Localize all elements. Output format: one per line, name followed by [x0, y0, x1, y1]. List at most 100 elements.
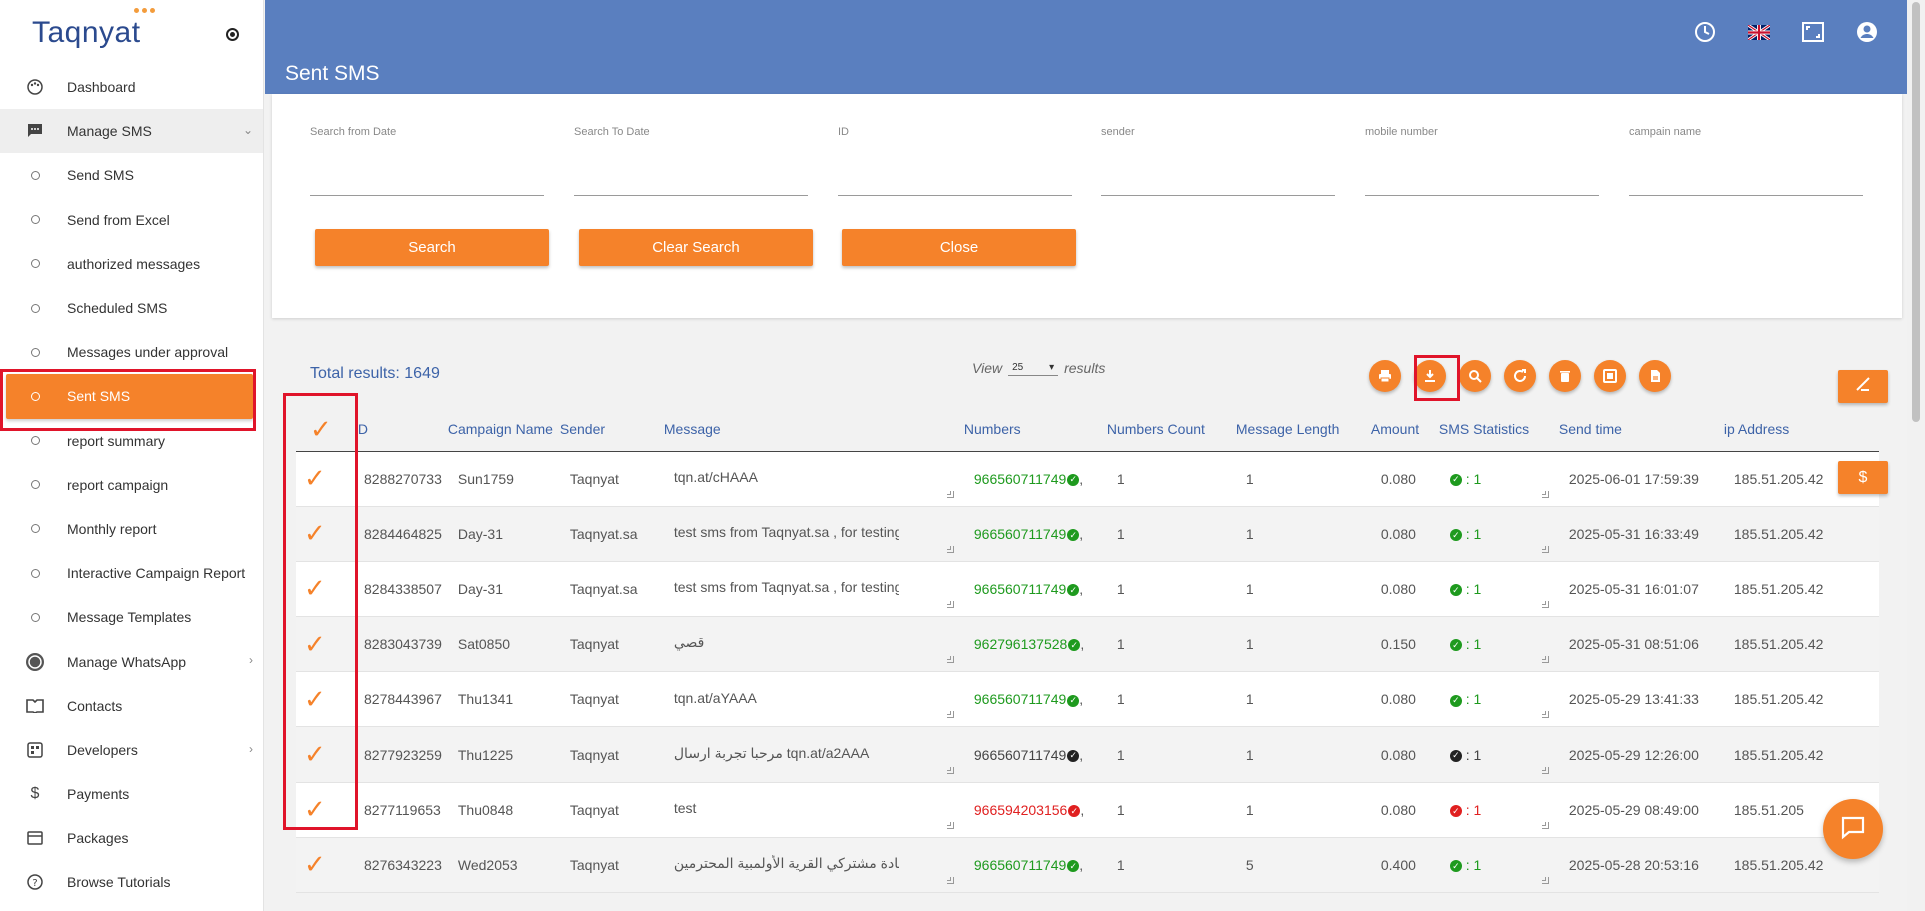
- sidebar-item-send-sms[interactable]: Send SMS: [0, 153, 263, 197]
- table-row[interactable]: ✓ 8284464825 Day-31 Taqnyat.sa test sms from…: [296, 506, 1879, 562]
- sidebar-item-packages[interactable]: Packages: [0, 816, 263, 860]
- resize-handle-icon[interactable]: [946, 545, 954, 553]
- table-row[interactable]: ✓ 8283043739 Sat0850 Taqnyat قصي 962796137528…: [296, 616, 1879, 673]
- table-row[interactable]: ✓ 8278443967 Thu1341 Taqnyat tqn.at/aYAAA 966…: [296, 671, 1879, 728]
- print-icon[interactable]: [1369, 360, 1401, 392]
- cell-message[interactable]: test sms from Taqnyat.sa , for testing: [657, 506, 958, 562]
- table-row[interactable]: ✓ 8276343223 Wed2053 Taqnyat سادة مشتركي الق…: [296, 837, 1879, 894]
- col-sender[interactable]: Sender: [553, 408, 658, 452]
- resize-handle-icon[interactable]: [1541, 490, 1549, 498]
- row-check[interactable]: ✓: [296, 616, 348, 673]
- sidebar-item-monthly-report[interactable]: Monthly report: [0, 507, 263, 551]
- row-check[interactable]: ✓: [296, 671, 348, 728]
- resize-handle-icon[interactable]: [1541, 601, 1549, 609]
- cell-message[interactable]: سادة مشتركي القرية الأولمبية المحترمين: [657, 837, 958, 894]
- resize-handle-icon[interactable]: [946, 656, 954, 664]
- file-icon[interactable]: [1639, 360, 1671, 392]
- clock-icon[interactable]: [1693, 20, 1717, 44]
- resize-handle-icon[interactable]: [1541, 656, 1549, 664]
- sidebar-item-messages-under-approval[interactable]: Messages under approval: [0, 330, 263, 374]
- resize-handle-icon[interactable]: [1541, 711, 1549, 719]
- col-amount[interactable]: Amount: [1364, 408, 1433, 452]
- col-message[interactable]: Message: [657, 408, 958, 452]
- col-send-time[interactable]: Send time: [1552, 408, 1718, 452]
- sidebar-item-authorized-messages[interactable]: authorized messages: [0, 242, 263, 286]
- table-row[interactable]: ✓ 8277119653 Thu0848 Taqnyat test 96659420315…: [296, 782, 1879, 838]
- resize-handle-icon[interactable]: [946, 821, 954, 829]
- table-row[interactable]: ✓ 8288270733 Sun1759 Taqnyat tqn.at/cHAAA 966…: [296, 451, 1879, 507]
- search-button[interactable]: Search: [315, 229, 549, 266]
- sidebar-item-payments[interactable]: $ Payments: [0, 772, 263, 816]
- col-message-length[interactable]: Message Length: [1229, 408, 1365, 452]
- payment-side-tab[interactable]: $: [1838, 461, 1888, 494]
- cell-message[interactable]: tqn.at/aYAAA: [657, 671, 958, 728]
- sidebar-item-contacts[interactable]: Contacts: [0, 684, 263, 728]
- resize-handle-icon[interactable]: [1541, 821, 1549, 829]
- search-to-date-field[interactable]: Search To Date: [574, 122, 808, 196]
- sidebar-item-report-summary[interactable]: report summary: [0, 419, 263, 463]
- sender-field[interactable]: sender: [1101, 122, 1335, 196]
- row-check[interactable]: ✓: [296, 451, 348, 507]
- sidebar-item-developers[interactable]: Developers ›: [0, 728, 263, 772]
- sidebar-item-sent-sms[interactable]: Sent SMS: [6, 374, 253, 419]
- cell-message[interactable]: مرحبا تجربة ارسال tqn.at/a2AAA: [657, 726, 958, 783]
- col-sms-statistics[interactable]: SMS Statistics: [1432, 408, 1553, 452]
- account-icon[interactable]: [1855, 20, 1879, 44]
- resize-handle-icon[interactable]: [946, 490, 954, 498]
- sidebar-item-report-campaign[interactable]: report campaign: [0, 463, 263, 507]
- sidebar-item-send-from-excel[interactable]: Send from Excel: [0, 198, 263, 242]
- search-from-date-field[interactable]: Search from Date: [310, 122, 544, 196]
- close-button[interactable]: Close: [842, 229, 1076, 266]
- col-numbers[interactable]: Numbers: [957, 408, 1101, 452]
- sidebar-toggle[interactable]: [226, 28, 239, 41]
- clear-search-button[interactable]: Clear Search: [579, 229, 813, 266]
- resize-handle-icon[interactable]: [946, 766, 954, 774]
- send-side-tab[interactable]: [1838, 370, 1888, 403]
- cell-message[interactable]: test sms from Taqnyat.sa , for testing: [657, 561, 958, 618]
- uk-flag-icon[interactable]: [1747, 20, 1771, 44]
- sidebar-item-label: report summary: [67, 432, 166, 449]
- delete-icon[interactable]: [1549, 360, 1581, 392]
- row-check[interactable]: ✓: [296, 837, 348, 894]
- resize-handle-icon[interactable]: [946, 711, 954, 719]
- cell-message[interactable]: test: [657, 782, 958, 838]
- sidebar-item-dashboard[interactable]: Dashboard: [0, 65, 263, 109]
- resize-handle-icon[interactable]: [1541, 545, 1549, 553]
- sidebar-item-scheduled-sms[interactable]: Scheduled SMS: [0, 286, 263, 330]
- scrollbar-thumb[interactable]: [1912, 2, 1920, 422]
- chat-button[interactable]: [1823, 799, 1883, 859]
- col-id[interactable]: ID: [348, 408, 442, 452]
- download-icon[interactable]: [1414, 360, 1446, 392]
- resize-handle-icon[interactable]: [946, 877, 954, 884]
- row-check[interactable]: ✓: [296, 782, 348, 838]
- refresh-icon[interactable]: [1504, 360, 1536, 392]
- cell-message[interactable]: tqn.at/cHAAA: [657, 451, 958, 507]
- cell-message[interactable]: قصي: [657, 616, 958, 673]
- page-scrollbar[interactable]: [1907, 0, 1925, 911]
- col-ip-address[interactable]: ip Address: [1717, 408, 1879, 452]
- resize-handle-icon[interactable]: [1541, 877, 1549, 884]
- resize-handle-icon[interactable]: [946, 601, 954, 609]
- row-check[interactable]: ✓: [296, 506, 348, 562]
- table-row[interactable]: ✓ 8284338507 Day-31 Taqnyat.sa test sms from…: [296, 561, 1879, 618]
- sidebar-item-interactive-campaign-report[interactable]: Interactive Campaign Report: [0, 551, 263, 595]
- sidebar-item-message-templates[interactable]: Message Templates: [0, 595, 263, 639]
- col-campaign-name[interactable]: Campaign Name: [441, 408, 554, 452]
- table-row[interactable]: ✓ 8277923259 Thu1225 Taqnyat مرحبا تجربة ارس…: [296, 726, 1879, 783]
- expand-icon[interactable]: [1594, 360, 1626, 392]
- fullscreen-icon[interactable]: [1801, 20, 1825, 44]
- campaign-name-field[interactable]: campain name: [1629, 122, 1863, 196]
- sidebar-item-browse-tutorials[interactable]: ? Browse Tutorials: [0, 860, 263, 904]
- search-icon[interactable]: [1459, 360, 1491, 392]
- select-all-check[interactable]: ✓: [296, 408, 348, 452]
- sidebar-item-manage-sms[interactable]: Manage SMS ⌄: [0, 109, 263, 154]
- mobile-number-field[interactable]: mobile number: [1365, 122, 1599, 196]
- row-check[interactable]: ✓: [296, 561, 348, 618]
- sidebar-item-manage-whatsapp[interactable]: Manage WhatsApp ›: [0, 639, 263, 683]
- page-size-select[interactable]: 25 ▾: [1008, 360, 1059, 376]
- col-numbers-count[interactable]: Numbers Count: [1100, 408, 1230, 452]
- resize-handle-icon[interactable]: [1541, 766, 1549, 774]
- id-field[interactable]: ID: [838, 122, 1072, 196]
- row-check[interactable]: ✓: [296, 726, 348, 783]
- logo[interactable]: Taqnyat: [32, 16, 141, 50]
